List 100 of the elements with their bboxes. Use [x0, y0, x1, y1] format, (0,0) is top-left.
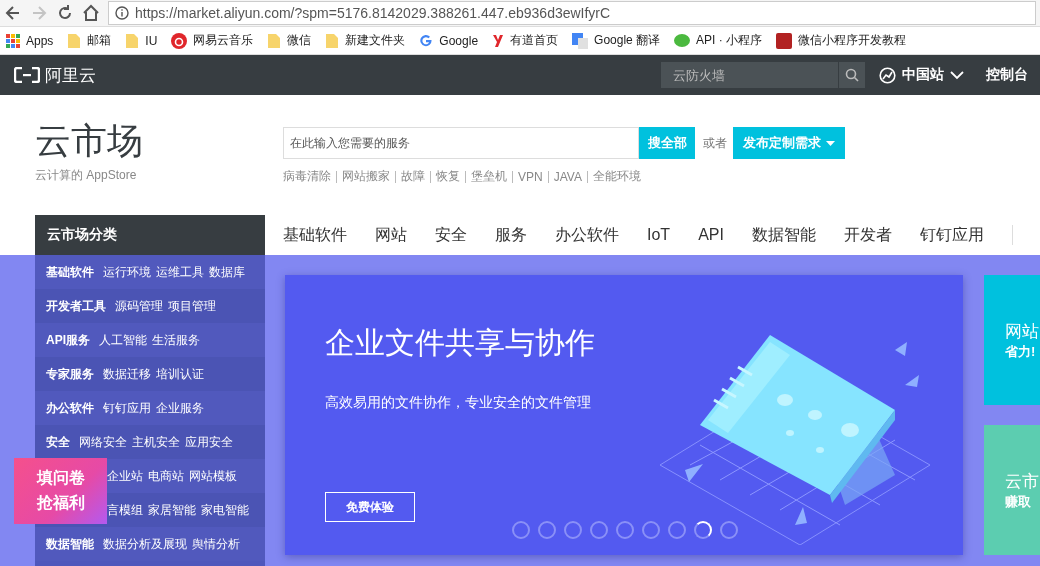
music-icon[interactable] [171, 32, 188, 49]
category-link[interactable]: 基础软件 [46, 263, 94, 281]
survey-text: 填问卷 [36, 468, 85, 488]
subcategory-link[interactable]: 家电智能 [201, 501, 249, 519]
google-g-icon[interactable] [419, 33, 434, 48]
hot-search-link[interactable]: 网站搬家 [342, 168, 390, 185]
hot-search-link[interactable]: 故障 [401, 168, 425, 185]
promo-text: 省力! [1005, 342, 1037, 361]
search-field[interactable]: 在此输入您需要的服务 [283, 127, 639, 159]
subcategory-link[interactable]: 电商站 [148, 467, 184, 485]
carousel-dot[interactable] [512, 521, 530, 539]
nav-link[interactable]: 安全 [435, 224, 467, 246]
subcategory-link[interactable]: 言模组 [107, 501, 143, 519]
category-header[interactable]: 云市场分类 [35, 215, 265, 255]
chevron-down-icon[interactable] [950, 70, 964, 80]
search-icon[interactable] [845, 68, 859, 82]
site-title[interactable]: 云市场 [35, 121, 283, 161]
bookmark-link[interactable]: 新建文件夹 [345, 32, 406, 49]
subcategory-link[interactable]: 项目管理 [168, 297, 216, 315]
carousel-dot[interactable] [642, 521, 660, 539]
chat-bubble-icon[interactable] [674, 33, 691, 48]
nav-link[interactable]: IoT [647, 226, 671, 244]
carousel-dot[interactable] [538, 521, 556, 539]
promo-title: 云市 [1005, 470, 1040, 493]
or-label: 或者 [703, 134, 727, 152]
subcategory-link[interactable]: 家居智能 [148, 501, 196, 519]
free-trial-button[interactable]: 免费体验 [325, 492, 415, 522]
info-icon[interactable] [115, 6, 129, 20]
region-link[interactable]: 中国站 [902, 66, 944, 84]
subcategory-link[interactable]: 企业站 [107, 467, 143, 485]
console-link[interactable]: 控制台 [986, 66, 1028, 84]
badge-icon[interactable] [776, 32, 793, 49]
category-link[interactable]: 安全 [46, 433, 70, 451]
banner-subtitle: 高效易用的文件协作，专业安全的文件管理 [325, 394, 591, 412]
bookmark-link[interactable]: Google 翻译 [594, 32, 661, 49]
subcategory-link[interactable]: 网络安全 [79, 433, 127, 451]
subcategory-link[interactable]: 培训认证 [156, 365, 204, 383]
bookmark-link[interactable]: 有道首页 [510, 32, 559, 49]
nav-link[interactable]: 开发者 [843, 224, 892, 246]
carousel-dot[interactable] [668, 521, 686, 539]
survey-popup[interactable]: 填问卷 抢福利 [14, 458, 107, 524]
promo-text: 赚取 [1005, 492, 1032, 511]
address-bar[interactable]: https://market.aliyun.com/?spm=5176.8142029.388261.447.eb936d3ewIfyrC [108, 1, 1036, 25]
url-text: https://market.aliyun.com/?spm=5176.8142029.388261.447.eb936d3ewIfyrC [135, 5, 611, 21]
subcategory-link[interactable]: 数据分析及展现 [103, 535, 187, 553]
bookmark-link[interactable]: 微信小程序开发教程 [798, 32, 907, 49]
carousel-dot[interactable] [720, 521, 738, 539]
subcategory-link[interactable]: 数据迁移 [103, 365, 151, 383]
nav-link[interactable]: 数据智能 [751, 224, 816, 246]
logo-icon[interactable] [14, 67, 40, 83]
nav-link[interactable]: 办公软件 [555, 224, 619, 246]
category-link[interactable]: 专家服务 [46, 365, 94, 383]
logo-text[interactable]: 阿里云 [45, 63, 96, 87]
bookmark-link[interactable]: 邮箱 [87, 32, 112, 49]
nav-link[interactable]: 网站 [375, 224, 407, 246]
subcategory-link[interactable]: 运维工具 [156, 263, 204, 281]
nav-link[interactable]: 服务 [495, 224, 527, 246]
bookmark-link[interactable]: 微信 [287, 32, 312, 49]
back-icon[interactable] [4, 4, 22, 22]
hot-search-link[interactable]: 病毒清除 [283, 168, 331, 185]
subcategory-link[interactable]: 人工智能 [99, 331, 147, 349]
bookmark-link[interactable]: 网易云音乐 [193, 32, 254, 49]
category-link[interactable]: 数据智能 [46, 535, 94, 553]
subcategory-link[interactable]: 数据库 [209, 263, 245, 281]
hot-search-link[interactable]: VPN [518, 169, 543, 184]
reload-icon[interactable] [56, 4, 74, 22]
banner-title: 企业文件共享与协作 [325, 325, 595, 361]
carousel-dot[interactable] [616, 521, 634, 539]
translate-icon[interactable] [572, 32, 589, 49]
hot-search-link[interactable]: JAVA [553, 169, 582, 184]
subcategory-link[interactable]: 源码管理 [115, 297, 163, 315]
bookmark-link[interactable]: API · 小程序 [696, 32, 763, 49]
carousel-dot[interactable] [590, 521, 608, 539]
subcategory-link[interactable]: 应用安全 [185, 433, 233, 451]
category-link[interactable]: 办公软件 [46, 399, 94, 417]
subcategory-link[interactable]: 钉钉应用 [103, 399, 151, 417]
hot-search-link[interactable]: 恢复 [436, 168, 460, 185]
apps-grid-icon[interactable] [6, 33, 20, 48]
carousel-dot[interactable] [564, 521, 582, 539]
search-field[interactable]: 云防火墙 [661, 62, 865, 88]
subcategory-link[interactable]: 舆情分析 [192, 535, 240, 553]
nav-link[interactable]: 基础软件 [283, 224, 347, 246]
bookmark-link[interactable]: Apps [26, 33, 54, 48]
subcategory-link[interactable]: 运行环境 [103, 263, 151, 281]
bookmark-link[interactable]: IU [145, 33, 158, 48]
bookmark-link[interactable]: Google [439, 33, 479, 48]
banner[interactable]: 企业文件共享与协作 高效易用的文件协作，专业安全的文件管理 免费体验 [285, 275, 963, 555]
category-link[interactable]: API服务 [46, 331, 90, 349]
y-mark-icon[interactable] [492, 33, 505, 48]
home-icon[interactable] [82, 4, 100, 22]
hot-search-link[interactable]: 堡垒机 [471, 168, 507, 185]
subcategory-link[interactable]: 网站模板 [189, 467, 237, 485]
subcategory-link[interactable]: 生活服务 [152, 331, 200, 349]
nav-link[interactable]: API [698, 226, 724, 244]
category-link[interactable]: 开发者工具 [46, 297, 106, 315]
nav-link[interactable]: 钉钉应用 [919, 224, 984, 246]
site-subtitle: 云计算的 AppStore [35, 167, 138, 184]
subcategory-link[interactable]: 主机安全 [132, 433, 180, 451]
subcategory-link[interactable]: 企业服务 [156, 399, 204, 417]
hot-search-link[interactable]: 全能环境 [592, 168, 641, 185]
